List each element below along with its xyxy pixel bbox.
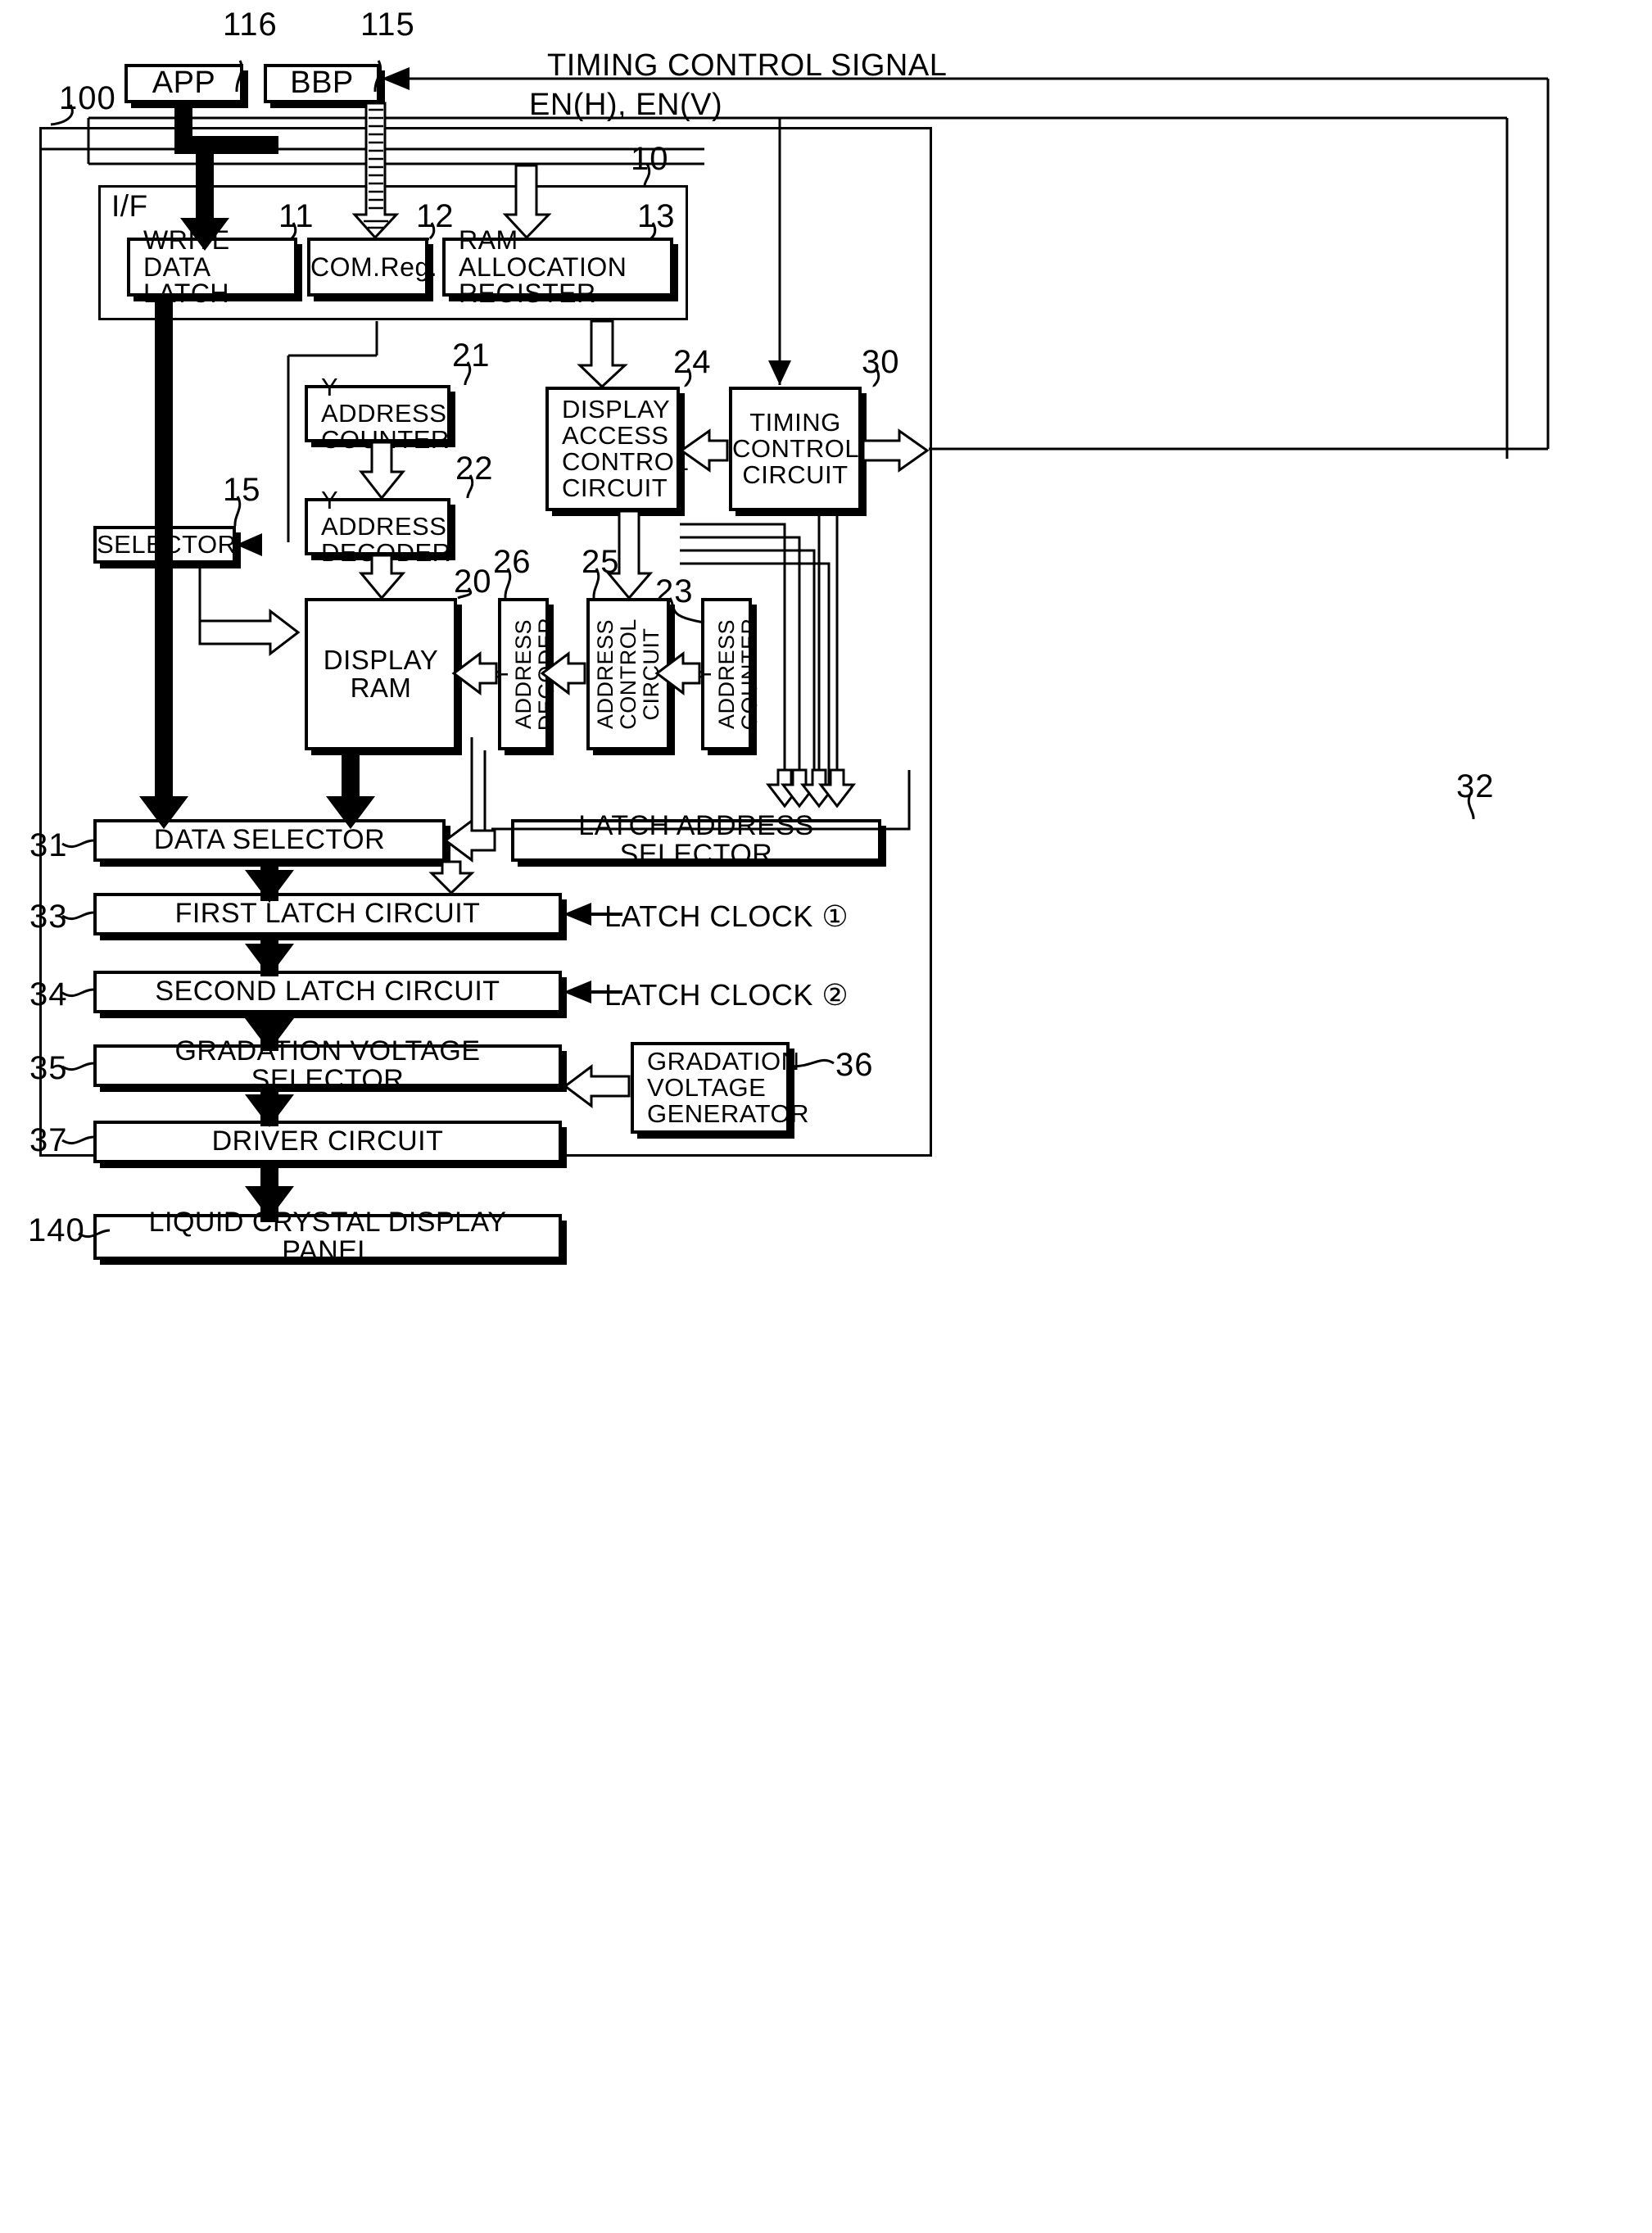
block-com-reg: COM.Reg. <box>307 238 438 297</box>
interface-label: I/F <box>111 189 148 223</box>
block-app: APP <box>124 64 243 103</box>
block-bbp-label: BBP <box>290 66 354 101</box>
block-display-ram: DISPLAY RAM <box>305 598 457 750</box>
block-driver-circuit-label: DRIVER CIRCUIT <box>211 1126 444 1157</box>
block-first-latch-circuit: FIRST LATCH CIRCUIT <box>93 893 562 935</box>
arrowhead-into-bbp <box>382 67 410 90</box>
arrow-drivercircuit-to-lcdpanel <box>245 1186 294 1219</box>
block-bbp: BBP <box>264 64 380 103</box>
arrow-dataselector-to-firstlatch <box>245 870 294 903</box>
block-latch-address-selector: LATCH ADDRESS SELECTOR <box>511 811 881 869</box>
block-y-address-decoder-vertical: Y ADDRESS DECODER <box>488 598 559 750</box>
block-display-ram-label: DISPLAY RAM <box>323 645 439 703</box>
ref-32: 32 <box>1456 768 1495 804</box>
enable-signal-label: EN(H), EN(V) <box>529 88 723 122</box>
block-address-control-circuit-vertical: ADDRESS CONTROL CIRCUIT <box>586 598 670 750</box>
block-gradation-voltage-selector: GRADATION VOLTAGE SELECTOR <box>93 1036 562 1094</box>
ref-140: 140 <box>28 1212 85 1248</box>
block-latch-address-selector-label: LATCH ADDRESS SELECTOR <box>578 809 814 870</box>
block-y-address-counter-top: Y ADDRESS COUNTER <box>305 374 450 452</box>
block-display-access-control-circuit: DISPLAY ACCESS CONTROL CIRCUIT <box>545 387 689 511</box>
block-first-latch-circuit-label: FIRST LATCH CIRCUIT <box>174 898 481 930</box>
block-ram-allocation-register-label: RAM ALLOCATION REGISTER <box>459 224 627 309</box>
block-y-address-decoder-top: Y ADDRESS DECODER <box>305 487 450 565</box>
block-timing-control-circuit-label: TIMING CONTROL CIRCUIT <box>732 408 860 489</box>
block-address-control-circuit-vertical-label: ADDRESS CONTROL CIRCUIT <box>592 618 664 730</box>
block-second-latch-circuit: SECOND LATCH CIRCUIT <box>93 971 562 1013</box>
ref-100: 100 <box>59 80 116 116</box>
block-y-address-counter-vertical-label: Y ADDRESS COUNTER <box>690 618 763 731</box>
block-y-address-counter-top-label: Y ADDRESS COUNTER <box>321 373 450 454</box>
block-data-selector-label: DATA SELECTOR <box>153 824 386 856</box>
block-y-address-counter-vertical: Y ADDRESS COUNTER <box>691 598 762 750</box>
arrow-secondlatch-to-gradationselector <box>245 1018 294 1051</box>
block-driver-circuit: DRIVER CIRCUIT <box>93 1121 562 1163</box>
timing-control-signal-label: TIMING CONTROL SIGNAL <box>547 48 948 83</box>
arrow-displayram-to-dataselector <box>326 796 375 829</box>
block-y-address-decoder-top-label: Y ADDRESS DECODER <box>321 486 451 567</box>
bus-writedatalatch-down <box>155 297 173 804</box>
latch-clock-1-label: LATCH CLOCK ① <box>604 899 849 933</box>
arrow-firstlatch-to-secondlatch <box>245 944 294 976</box>
block-timing-control-circuit: TIMING CONTROL CIRCUIT <box>729 387 862 511</box>
block-ram-allocation-register: RAM ALLOCATION REGISTER <box>442 226 673 307</box>
ref-115: 115 <box>360 7 415 43</box>
block-com-reg-label: COM.Reg. <box>310 251 438 282</box>
arrow-app-to-writedatalatch <box>180 218 229 251</box>
latch-clock-2-label: LATCH CLOCK ② <box>604 978 849 1012</box>
block-gradation-voltage-generator-label: GRADATION VOLTAGE GENERATOR <box>647 1047 809 1128</box>
bus-app-down-2 <box>196 136 214 226</box>
block-liquid-crystal-display-panel: LIQUID CRYSTAL DISPLAY PANEL <box>93 1207 562 1266</box>
arrow-gradationselector-to-drivercircuit <box>245 1094 294 1127</box>
ref-116: 116 <box>223 7 278 43</box>
patent-figure: 116 115 100 10 11 12 13 21 24 30 22 15 2… <box>0 0 1652 2233</box>
block-gradation-voltage-generator: GRADATION VOLTAGE GENERATOR <box>631 1042 809 1134</box>
block-y-address-decoder-vertical-label: Y ADDRESS DECODER <box>487 617 559 732</box>
arrow-writedatalatch-to-dataselector <box>139 796 188 829</box>
bus-app-right <box>174 136 278 154</box>
block-display-access-control-circuit-label: DISPLAY ACCESS CONTROL CIRCUIT <box>562 395 690 502</box>
block-liquid-crystal-display-panel-label: LIQUID CRYSTAL DISPLAY PANEL <box>148 1206 507 1266</box>
block-app-label: APP <box>152 66 216 101</box>
block-second-latch-circuit-label: SECOND LATCH CIRCUIT <box>155 976 500 1008</box>
block-gradation-voltage-selector-label: GRADATION VOLTAGE SELECTOR <box>174 1035 481 1095</box>
